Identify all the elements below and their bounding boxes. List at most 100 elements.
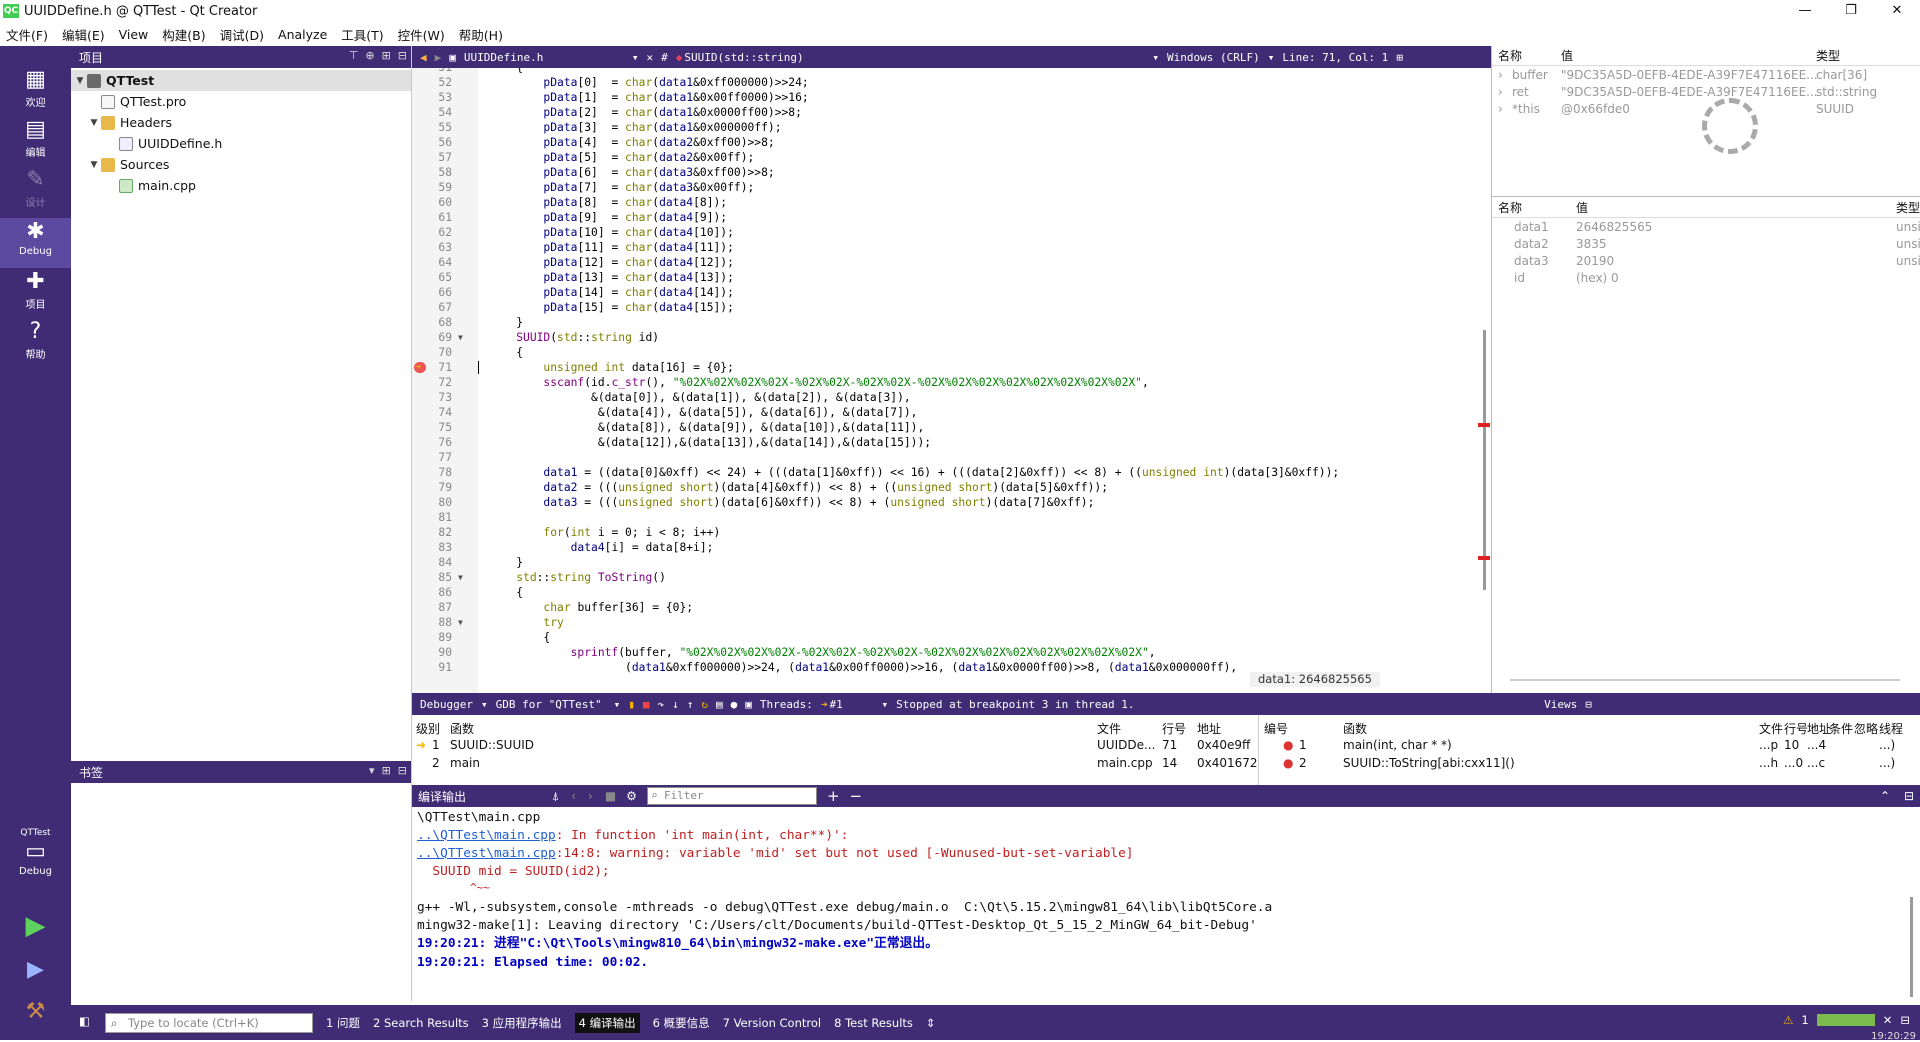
- debugger-engine-selector[interactable]: Debugger: [420, 698, 473, 711]
- close-pane-icon[interactable]: ⊟: [398, 764, 407, 777]
- open-file-selector[interactable]: UUIDDefine.h: [464, 51, 624, 64]
- line-number[interactable]: 90: [412, 645, 452, 660]
- code-line[interactable]: 61 pData[9] = char(data4[9]);: [412, 210, 1472, 225]
- tree-item-project[interactable]: ▼ QTTest: [71, 70, 411, 91]
- mode-design[interactable]: ✎ 设计: [0, 166, 71, 216]
- operate-by-instruction-icon[interactable]: ▤: [716, 698, 723, 711]
- tab-application-output[interactable]: 3 应用程序输出: [482, 1015, 562, 1031]
- code-line[interactable]: 57 pData[5] = char(data2&0x00ff);: [412, 150, 1472, 165]
- mode-welcome[interactable]: ▦ 欢迎: [0, 66, 71, 116]
- line-number[interactable]: 91: [412, 660, 452, 675]
- scrollbar-thumb[interactable]: [1483, 330, 1486, 590]
- expand-arrow-icon[interactable]: ▼: [87, 160, 101, 170]
- code-line[interactable]: 85 ▼ std::string ToString(): [412, 570, 1472, 585]
- back-icon[interactable]: ◀: [420, 51, 427, 64]
- code-line[interactable]: 86 {: [412, 585, 1472, 600]
- fold-marker-icon[interactable]: ▼: [458, 615, 463, 630]
- line-number[interactable]: 88: [412, 615, 452, 630]
- source-link[interactable]: ..\QTTest\main.cpp: [417, 846, 556, 861]
- filter-icon[interactable]: ⊤: [349, 49, 359, 62]
- code-line[interactable]: 87 char buffer[36] = {0};: [412, 600, 1472, 615]
- line-number[interactable]: 69: [412, 330, 452, 345]
- expand-arrow-icon[interactable]: ▼: [87, 118, 101, 128]
- code-line[interactable]: 53 pData[1] = char(data1&0x00ff0000)>>16…: [412, 90, 1472, 105]
- chevron-down-icon[interactable]: ▾: [369, 764, 375, 777]
- close-pane-icon[interactable]: ⊟: [398, 49, 407, 62]
- line-number[interactable]: 89: [412, 630, 452, 645]
- kit-selector[interactable]: QTTest ▭ Debug: [0, 828, 71, 890]
- line-number[interactable]: 55: [412, 120, 452, 135]
- expression-row[interactable]: data1 2646825565 unsi: [1492, 218, 1920, 235]
- line-number[interactable]: 51: [412, 68, 452, 75]
- encoding-selector[interactable]: Windows (CRLF): [1167, 51, 1260, 64]
- zoom-in-icon[interactable]: +: [827, 787, 840, 805]
- expand-arrow-icon[interactable]: ▼: [73, 76, 87, 86]
- code-line[interactable]: 90 sprintf(buffer, "%02X%02X%02X%02X-%02…: [412, 645, 1472, 660]
- prev-icon[interactable]: ‹: [571, 789, 576, 803]
- record-icon[interactable]: ●: [731, 698, 738, 711]
- line-number[interactable]: 52: [412, 75, 452, 90]
- mode-debug[interactable]: ✱ Debug: [0, 218, 71, 268]
- fold-marker-icon[interactable]: ▼: [458, 330, 463, 345]
- gear-icon[interactable]: ⚙: [626, 789, 637, 803]
- tree-item-pro-file[interactable]: QTTest.pro: [71, 91, 411, 112]
- menu-debug[interactable]: 调试(D): [220, 25, 264, 44]
- split-icon[interactable]: ⊟: [1585, 698, 1592, 711]
- split-icon[interactable]: ⊞: [382, 49, 391, 62]
- code-line[interactable]: 81: [412, 510, 1472, 525]
- code-line[interactable]: 64 pData[12] = char(data4[12]);: [412, 255, 1472, 270]
- chevron-down-icon[interactable]: ▾: [614, 698, 621, 711]
- split-icon[interactable]: ⊞: [1396, 51, 1403, 64]
- debug-run-button[interactable]: ▶: [0, 950, 71, 990]
- code-editor[interactable]: 51 {52 pData[0] = char(data1&0xff000000)…: [412, 68, 1491, 693]
- menu-tools[interactable]: 工具(T): [341, 25, 383, 44]
- tab-search-results[interactable]: 2 Search Results: [373, 1016, 469, 1030]
- code-line[interactable]: 71 ➜ unsigned int data[16] = {0};: [412, 360, 1472, 375]
- code-line[interactable]: 60 pData[8] = char(data4[8]);: [412, 195, 1472, 210]
- menu-analyze[interactable]: Analyze: [278, 27, 327, 42]
- code-line[interactable]: 80 data3 = (((unsigned short)(data[6]&0x…: [412, 495, 1472, 510]
- cursor-position[interactable]: Line: 71, Col: 1: [1282, 51, 1388, 64]
- link-icon[interactable]: ⊕: [365, 49, 374, 62]
- gdb-selector[interactable]: GDB for "QTTest": [496, 698, 606, 711]
- maximize-button[interactable]: ❐: [1828, 0, 1874, 22]
- line-number[interactable]: 74: [412, 405, 452, 420]
- compile-output[interactable]: \QTTest\main.cpp ..\QTTest\main.cpp: In …: [412, 807, 1920, 1005]
- code-line[interactable]: 67 pData[15] = char(data4[15]);: [412, 300, 1472, 315]
- menu-help[interactable]: 帮助(H): [459, 25, 503, 44]
- code-line[interactable]: 52 pData[0] = char(data1&0xff000000)>>24…: [412, 75, 1472, 90]
- code-line[interactable]: 89 {: [412, 630, 1472, 645]
- expression-row[interactable]: data2 3835 unsi: [1492, 235, 1920, 252]
- restart-icon[interactable]: ↻: [701, 698, 708, 711]
- symbol-selector[interactable]: SUUID(std::string): [684, 51, 1144, 64]
- tree-item-header-file[interactable]: UUIDDefine.h: [71, 133, 411, 154]
- code-line[interactable]: 68 }: [412, 315, 1472, 330]
- code-line[interactable]: 82 for(int i = 0; i < 8; i++): [412, 525, 1472, 540]
- code-line[interactable]: 66 pData[14] = char(data4[14]);: [412, 285, 1472, 300]
- line-number[interactable]: 79: [412, 480, 452, 495]
- code-line[interactable]: 70 {: [412, 345, 1472, 360]
- line-number[interactable]: 83: [412, 540, 452, 555]
- continue-icon[interactable]: ▮: [628, 698, 635, 711]
- line-number[interactable]: 75: [412, 420, 452, 435]
- run-button[interactable]: ▶: [0, 906, 71, 946]
- line-number[interactable]: 58: [412, 165, 452, 180]
- code-line[interactable]: 75 &(data[8]), &(data[9]), &(data[10]),&…: [412, 420, 1472, 435]
- tab-general-messages[interactable]: 6 概要信息: [653, 1015, 710, 1031]
- close-pane-icon[interactable]: ⊟: [1904, 789, 1914, 803]
- code-line[interactable]: 73 &(data[0]), &(data[1]), &(data[2]), &…: [412, 390, 1472, 405]
- code-line[interactable]: 62 pData[10] = char(data4[10]);: [412, 225, 1472, 240]
- toggle-sidebar-icon[interactable]: ◧: [79, 1014, 90, 1028]
- code-line[interactable]: 63 pData[11] = char(data4[11]);: [412, 240, 1472, 255]
- tree-item-source-file[interactable]: main.cpp: [71, 175, 411, 196]
- stop-icon[interactable]: ■: [643, 698, 650, 711]
- mode-help[interactable]: ? 帮助: [0, 318, 71, 368]
- line-number[interactable]: 84: [412, 555, 452, 570]
- line-number[interactable]: 63: [412, 240, 452, 255]
- line-number[interactable]: 87: [412, 600, 452, 615]
- code-line[interactable]: 58 pData[6] = char(data3&0xff00)>>8;: [412, 165, 1472, 180]
- code-line[interactable]: 72 sscanf(id.c_str(), "%02X%02X%02X%02X-…: [412, 375, 1472, 390]
- line-number[interactable]: 81: [412, 510, 452, 525]
- line-number[interactable]: 65: [412, 270, 452, 285]
- code-line[interactable]: 56 pData[4] = char(data2&0xff00)>>8;: [412, 135, 1472, 150]
